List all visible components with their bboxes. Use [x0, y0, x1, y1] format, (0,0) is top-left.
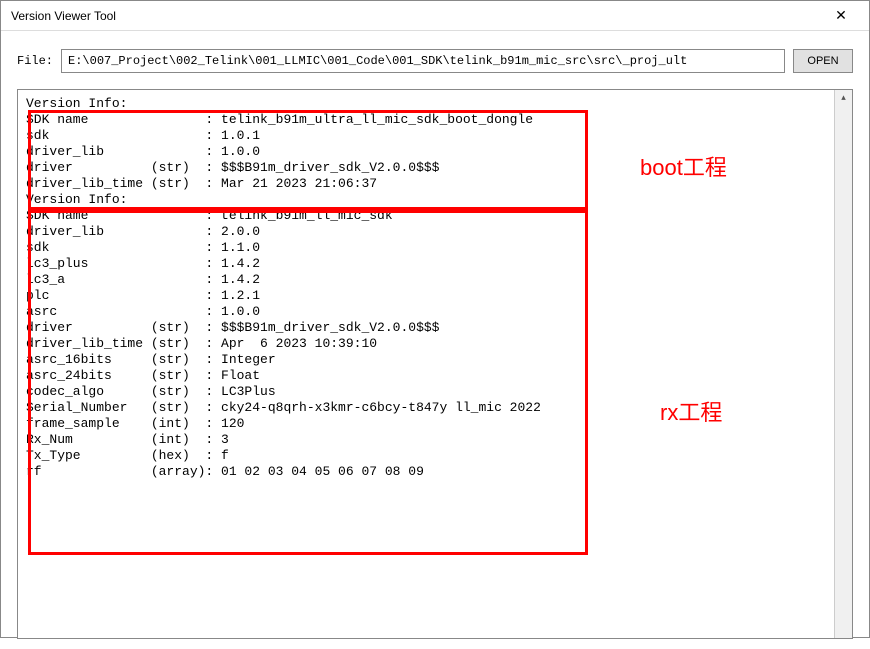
window-title: Version Viewer Tool [11, 9, 116, 23]
annotation-label-rx: rx工程 [660, 395, 722, 427]
annotation-label-boot: boot工程 [640, 150, 727, 182]
file-path-input[interactable] [61, 49, 785, 73]
titlebar: Version Viewer Tool ✕ [1, 1, 869, 31]
close-button[interactable]: ✕ [821, 2, 861, 30]
file-label: File: [17, 54, 53, 68]
open-button[interactable]: OPEN [793, 49, 853, 73]
output-panel: Version Info: SDK name : telink_b91m_ult… [17, 89, 853, 639]
content-area: File: OPEN Version Info: SDK name : teli… [1, 31, 869, 649]
scrollbar[interactable]: ▴ [834, 90, 852, 638]
file-row: File: OPEN [17, 49, 853, 73]
scroll-up-icon[interactable]: ▴ [835, 92, 852, 103]
close-icon: ✕ [835, 7, 847, 24]
